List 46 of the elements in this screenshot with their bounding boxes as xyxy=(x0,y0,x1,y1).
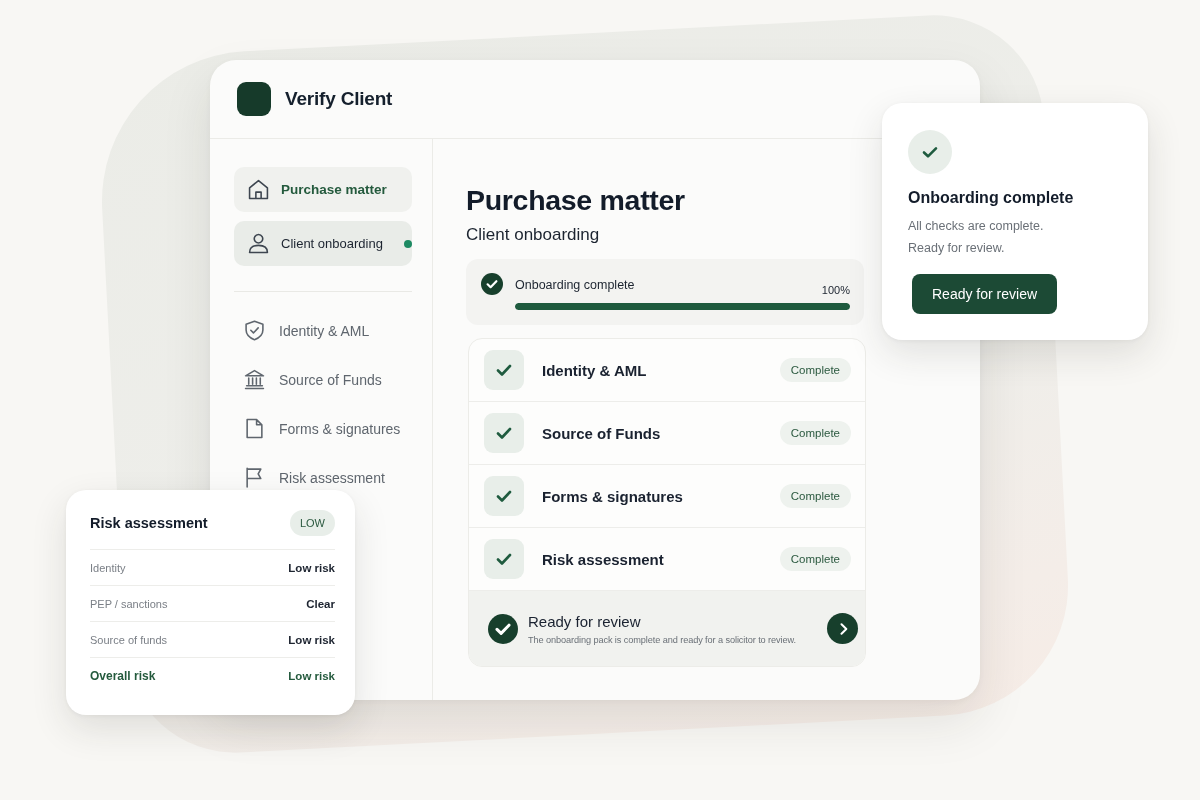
chevron-right-icon xyxy=(839,622,848,635)
progress-reading: 100% xyxy=(821,283,850,297)
nav-item[interactable]: Risk assessment xyxy=(234,464,391,491)
check-icon xyxy=(908,130,952,174)
checklist-label: Identity & AML xyxy=(542,361,647,379)
risk-badge: LOW xyxy=(289,510,335,536)
status-badge: Complete xyxy=(779,484,851,508)
card-text: All checks are complete. xyxy=(908,218,1044,235)
risk-value: Low risk xyxy=(288,669,335,682)
progress-label: Onboarding complete xyxy=(515,277,635,293)
next-button[interactable] xyxy=(827,613,858,644)
banner-text: The onboarding pack is complete and ready for a solicitor to review. xyxy=(528,633,796,646)
risk-value: Low risk xyxy=(288,633,335,646)
risk-value: Low risk xyxy=(288,561,335,574)
status-badge: Complete xyxy=(779,547,851,571)
card-title: Risk assessment xyxy=(90,515,208,531)
risk-label: Identity xyxy=(90,561,126,574)
status-badge: Complete xyxy=(779,358,851,382)
checklist-label: Source of Funds xyxy=(542,424,661,442)
house-icon xyxy=(248,179,269,200)
risk-value: Clear xyxy=(306,597,335,610)
risk-label: PEP / sanctions xyxy=(90,597,168,610)
app-title: Verify Client xyxy=(285,88,393,110)
logo-icon xyxy=(237,82,271,116)
flag-icon xyxy=(244,467,265,488)
card-title: Onboarding complete xyxy=(908,188,1074,208)
nav-item[interactable]: Forms & signatures xyxy=(234,415,407,442)
risk-label: Source of funds xyxy=(90,633,168,646)
risk-label: Overall risk xyxy=(90,668,156,683)
status-badge: Complete xyxy=(779,421,851,445)
review-button[interactable]: Ready for review xyxy=(912,274,1058,314)
check-circle-icon xyxy=(488,613,518,644)
card-text: Ready for review. xyxy=(908,240,1005,257)
nav-item[interactable]: Purchase matter xyxy=(234,167,412,212)
page-subtitle: Client onboarding xyxy=(466,225,600,245)
banner-title: Ready for review xyxy=(528,611,641,631)
document-icon xyxy=(244,418,265,439)
nav-item[interactable]: Identity & AML xyxy=(234,317,376,344)
checklist-label: Risk assessment xyxy=(542,550,664,568)
bank-icon xyxy=(244,369,265,390)
checklist-label: Forms & signatures xyxy=(542,487,683,505)
shield-check-icon xyxy=(244,320,265,341)
person-icon xyxy=(248,233,269,254)
nav-item[interactable]: Client onboarding xyxy=(234,221,412,266)
nav-item[interactable]: Source of Funds xyxy=(234,366,388,393)
page-title: Purchase matter xyxy=(466,183,685,217)
